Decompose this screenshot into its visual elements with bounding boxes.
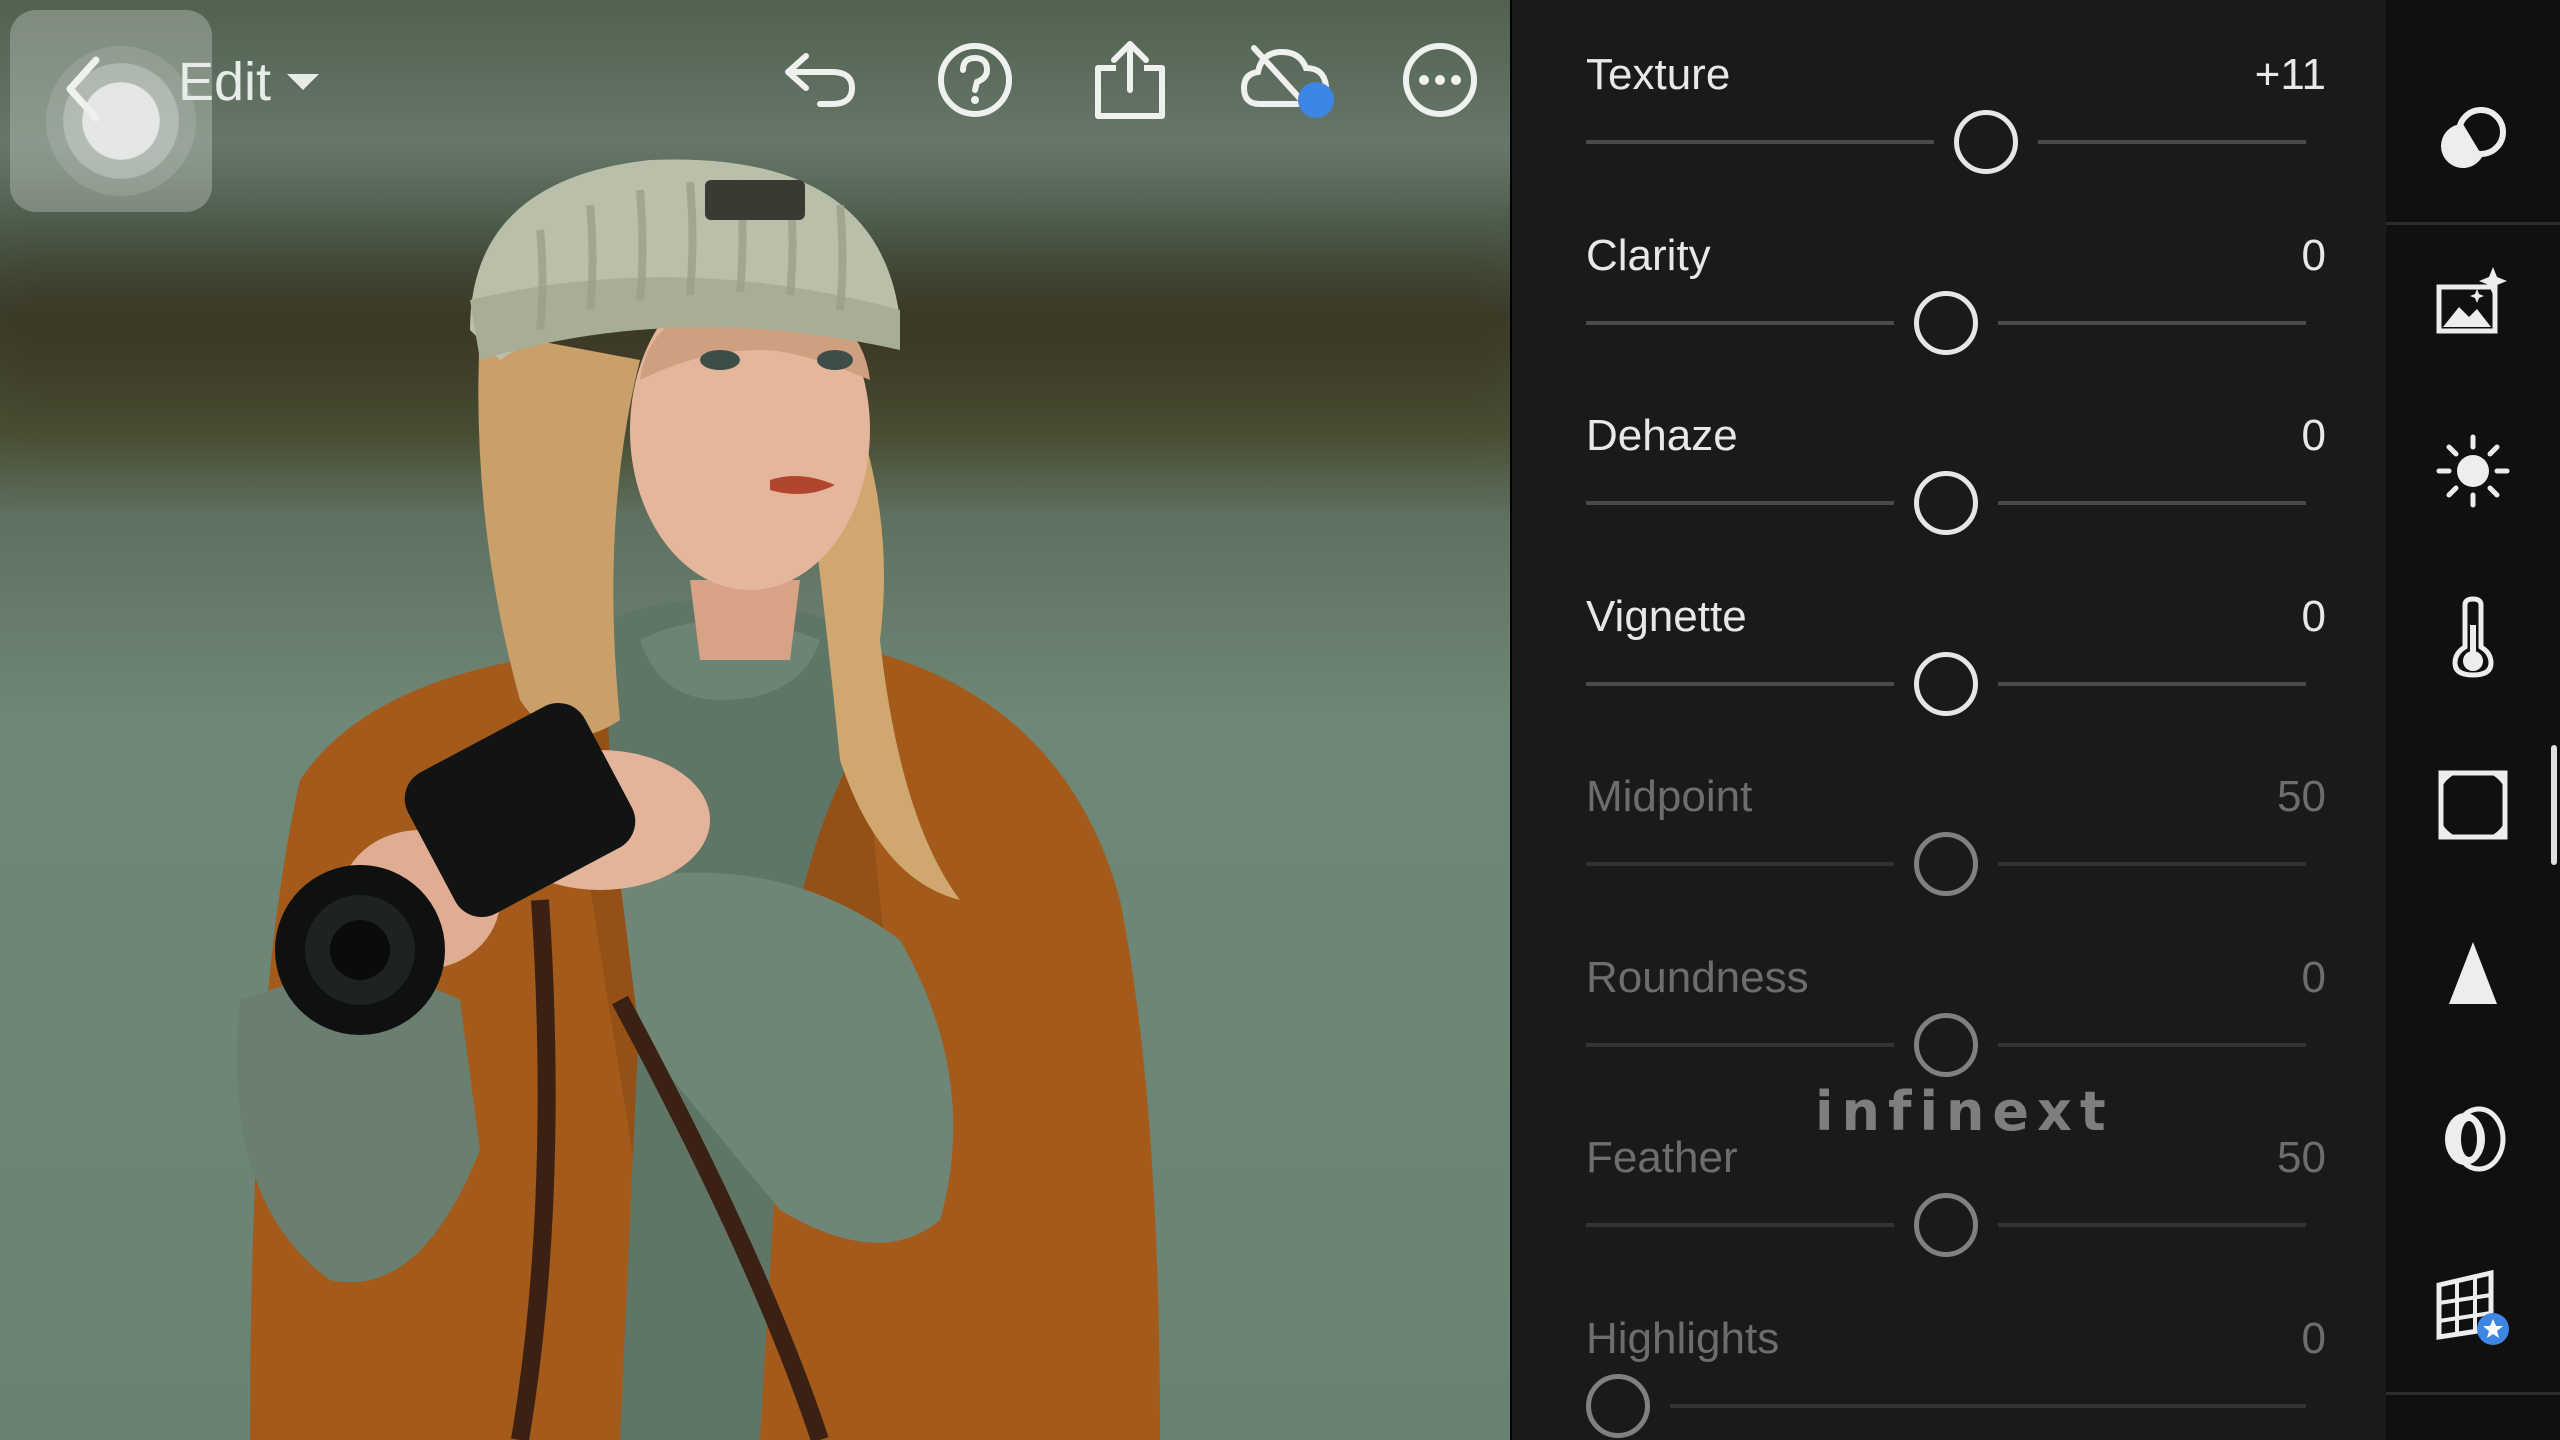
auto-enhance-icon <box>2436 267 2507 334</box>
edit-mode-dropdown[interactable]: Edit <box>178 50 321 114</box>
optics-button[interactable] <box>2386 1064 2560 1214</box>
slider-track-left <box>1586 501 1894 505</box>
watermark: infinext <box>1815 1080 2114 1143</box>
adjustment-label: Roundness <box>1586 952 1809 1002</box>
slider-track-left <box>1586 320 1894 325</box>
help-icon <box>938 43 1012 117</box>
slider-thumb[interactable] <box>1914 1193 1978 1257</box>
rail-divider <box>2386 1392 2560 1395</box>
adjustment-feather: Feather 50 <box>1586 1133 2326 1313</box>
slider-track-right <box>1998 681 2306 686</box>
detail-icon <box>2449 942 2497 1004</box>
slider-track-right <box>1670 1403 2306 1408</box>
adjustment-midpoint: Midpoint 50 <box>1586 772 2326 952</box>
auto-enhance-button[interactable] <box>2386 228 2560 378</box>
adjustment-value[interactable]: 50 <box>2277 772 2326 822</box>
detail-button[interactable] <box>2386 898 2560 1048</box>
slider-track-right <box>1998 1042 2306 1047</box>
optics-icon <box>2445 1106 2506 1172</box>
adjustment-slider[interactable] <box>1586 651 2306 716</box>
slider-track-left <box>1586 1223 1894 1227</box>
color-button[interactable] <box>2386 562 2560 712</box>
slider-thumb[interactable] <box>1953 110 2018 174</box>
rail-divider <box>2386 222 2560 225</box>
slider-thumb[interactable] <box>1586 1373 1650 1438</box>
adjustment-value[interactable]: 0 <box>2302 953 2326 1003</box>
adjustment-label: Dehaze <box>1586 411 1738 460</box>
adjustment-label: Midpoint <box>1586 772 1753 821</box>
adjustment-dehaze: Dehaze 0 <box>1586 411 2326 591</box>
slider-track-right <box>1998 862 2306 866</box>
slider-thumb[interactable] <box>1914 290 1978 355</box>
geometry-button[interactable] <box>2386 1232 2560 1382</box>
undo-icon <box>785 53 856 107</box>
slider-thumb[interactable] <box>1914 471 1978 535</box>
adjustment-label: Vignette <box>1586 591 1747 641</box>
adjustment-slider[interactable] <box>1586 290 2306 355</box>
adjustment-label: Highlights <box>1586 1313 1780 1363</box>
slider-track-left <box>1586 862 1894 866</box>
adjustment-slider[interactable] <box>1586 471 2306 535</box>
help-button[interactable] <box>925 35 1025 125</box>
slider-track-right <box>1998 501 2306 505</box>
light-button[interactable] <box>2386 396 2560 546</box>
adjustment-slider[interactable] <box>1586 832 2306 896</box>
effects-button[interactable] <box>2386 730 2560 880</box>
tool-rail <box>2386 0 2560 1440</box>
lightroom-edit-screen: Edit Texture +11 Clarity 0 Dehaze 0 Vign… <box>0 0 2560 1440</box>
adjustment-value[interactable]: +11 <box>2255 50 2326 100</box>
slider-track-right <box>2037 140 2306 144</box>
adjustment-texture: Texture +11 <box>1586 50 2326 230</box>
adjustment-slider[interactable] <box>1586 110 2306 174</box>
slider-track-left <box>1586 1042 1894 1047</box>
masking-button[interactable] <box>2386 65 2560 215</box>
color-temperature-icon <box>2452 596 2494 678</box>
share-button[interactable] <box>1080 30 1180 130</box>
adjustment-slider[interactable] <box>1586 1012 2306 1077</box>
slider-thumb[interactable] <box>1914 832 1978 896</box>
adjustment-value[interactable]: 0 <box>2302 1314 2326 1364</box>
slider-thumb[interactable] <box>1914 1012 1978 1077</box>
more-icon <box>1403 43 1477 117</box>
more-button[interactable] <box>1390 30 1490 130</box>
effects-adjustment-panel: Texture +11 Clarity 0 Dehaze 0 Vignette 0 Midpoi… <box>1512 0 2386 1440</box>
adjustment-slider[interactable] <box>1586 1193 2306 1257</box>
effects-icon <box>2438 770 2508 840</box>
adjustment-value[interactable]: 50 <box>2277 1133 2326 1183</box>
photo-subject-illustration <box>236 159 1160 1440</box>
edit-mode-label: Edit <box>178 52 272 112</box>
adjustment-vignette: Vignette 0 <box>1586 592 2326 772</box>
adjustment-value[interactable]: 0 <box>2302 231 2326 281</box>
adjustment-slider[interactable] <box>1586 1373 2306 1438</box>
chevron-down-icon <box>287 74 320 90</box>
cloud-sync-icon <box>1240 45 1334 118</box>
adjustment-value[interactable]: 0 <box>2302 592 2326 642</box>
back-icon <box>66 56 100 122</box>
slider-track-left <box>1586 140 1934 144</box>
slider-track-right <box>1998 1223 2306 1227</box>
adjustment-label: Texture <box>1586 50 1731 99</box>
adjustment-clarity: Clarity 0 <box>1586 231 2326 411</box>
share-icon <box>1095 41 1165 119</box>
rail-active-indicator <box>2551 745 2557 865</box>
adjustment-highlights: Highlights 0 <box>1586 1314 2326 1440</box>
adjustment-label: Clarity <box>1586 230 1711 280</box>
photo-canvas[interactable]: Edit <box>0 0 1510 1440</box>
adjustment-value[interactable]: 0 <box>2302 411 2326 461</box>
slider-track-left <box>1586 681 1894 686</box>
geometry-icon <box>2436 1269 2509 1345</box>
adjustment-label: Feather <box>1586 1133 1738 1182</box>
slider-track-right <box>1998 320 2306 325</box>
light-icon <box>2436 434 2510 508</box>
slider-thumb[interactable] <box>1914 651 1978 716</box>
cloud-sync-button[interactable] <box>1235 30 1345 130</box>
undo-button[interactable] <box>770 35 870 125</box>
masking-icon <box>2441 107 2506 169</box>
